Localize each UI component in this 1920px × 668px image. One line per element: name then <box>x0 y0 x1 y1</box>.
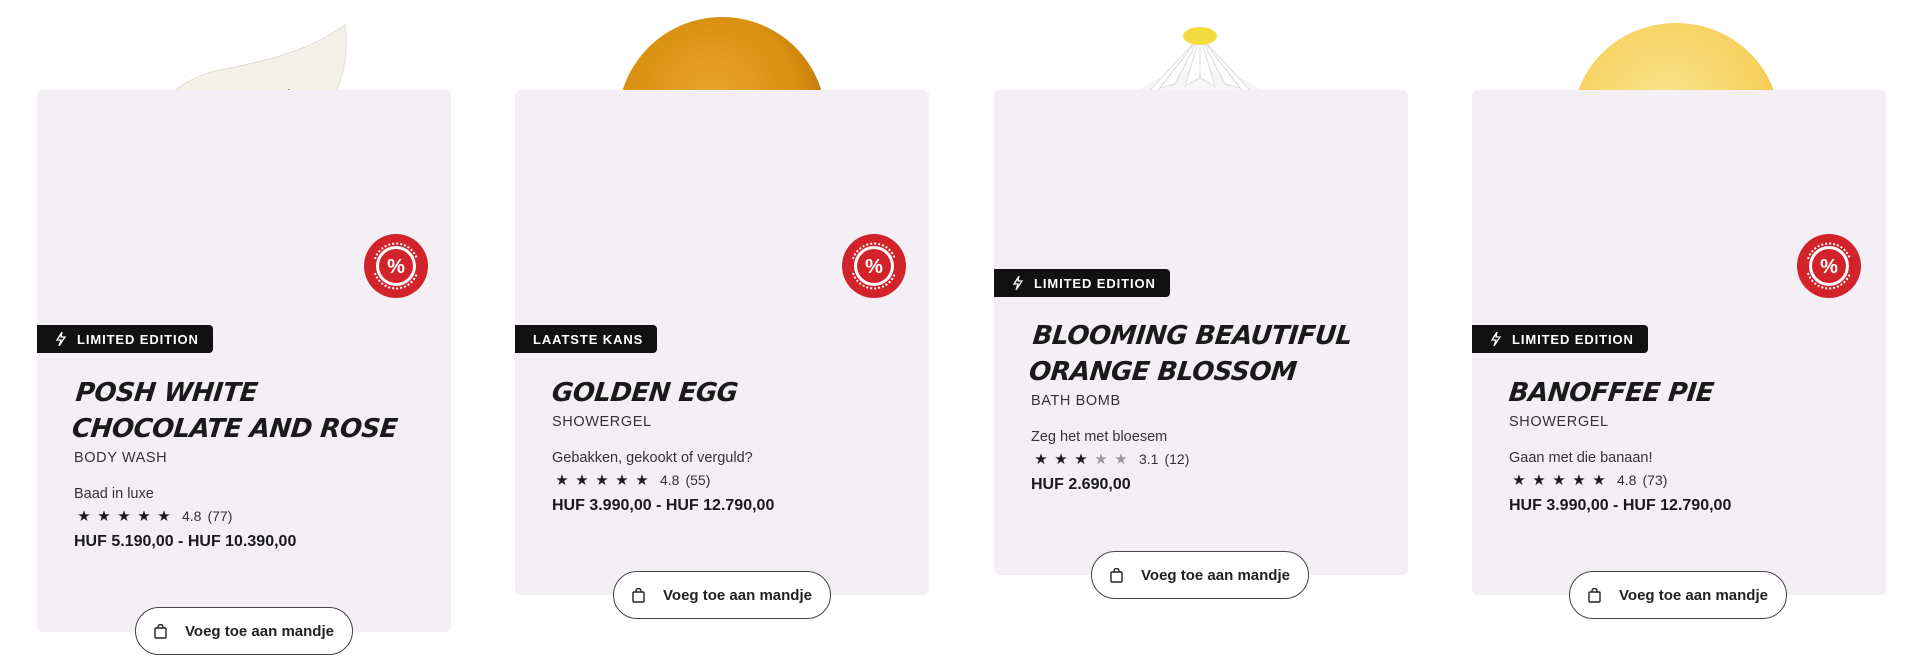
shopping-bag-icon <box>1110 567 1123 583</box>
add-to-basket-button[interactable]: Voeg toe aan mandje <box>613 571 831 619</box>
product-card[interactable]: LIMITED EDITION POSH WHITE CHOCOLATE AND… <box>37 90 451 632</box>
product-tagline: Baad in luxe <box>74 486 154 502</box>
tag-label: LIMITED EDITION <box>1034 275 1156 291</box>
product-price: HUF 3.990,00 - HUF 12.790,00 <box>552 497 775 514</box>
limited-edition-tag: LIMITED EDITION <box>1472 325 1648 353</box>
product-rating[interactable]: ★ ★ ★ ★ ★ 4.8 (55) <box>552 471 909 489</box>
product-title[interactable]: BLOOMING BEAUTIFUL ORANGE BLOSSOM <box>1027 318 1392 390</box>
shopping-bag-icon <box>632 587 645 603</box>
last-chance-tag: LAATSTE KANS <box>515 325 658 353</box>
product-title[interactable]: BANOFFEE PIE <box>1507 375 1868 411</box>
product-card[interactable]: LIMITED EDITION BLOOMING BEAUTIFUL ORANG… <box>994 90 1408 575</box>
rating-count: (55) <box>685 472 711 488</box>
product-category: SHOWERGEL <box>1509 414 1609 430</box>
svg-text:%: % <box>865 256 883 278</box>
product-card[interactable]: LAATSTE KANS GOLDEN EGG SHOWERGEL Gebakk… <box>515 90 929 595</box>
star-icon: ★ <box>1572 472 1586 489</box>
rating-score: 4.8 <box>1617 472 1637 488</box>
rating-stars: ★ ★ ★ ★ ★ <box>74 507 174 525</box>
svg-text:%: % <box>387 256 405 278</box>
sale-badge-icon: % <box>1797 234 1861 298</box>
add-to-basket-button[interactable]: Voeg toe aan mandje <box>1569 571 1787 619</box>
product-category: BATH BOMB <box>1031 393 1121 409</box>
product-card[interactable]: LIMITED EDITION BANOFFEE PIE SHOWERGEL G… <box>1472 90 1886 595</box>
star-icon: ★ <box>1592 472 1606 489</box>
tag-label: LAATSTE KANS <box>533 331 644 347</box>
rating-count: (77) <box>207 508 233 524</box>
lightning-icon <box>1012 276 1024 290</box>
limited-edition-tag: LIMITED EDITION <box>37 325 213 353</box>
star-icon: ★ <box>117 508 131 525</box>
sale-badge-icon: % <box>364 234 428 298</box>
add-button-label: Voeg toe aan mandje <box>1619 586 1768 604</box>
add-button-label: Voeg toe aan mandje <box>1141 566 1290 584</box>
add-button-label: Voeg toe aan mandje <box>663 586 812 604</box>
product-tagline: Gebakken, gekookt of verguld? <box>552 450 753 466</box>
product-title[interactable]: POSH WHITE CHOCOLATE AND ROSE <box>70 375 435 447</box>
star-icon: ★ <box>157 508 171 525</box>
shopping-bag-icon <box>154 623 167 639</box>
add-button-label: Voeg toe aan mandje <box>185 622 334 640</box>
star-icon: ★ <box>615 472 629 489</box>
star-icon: ★ <box>635 472 649 489</box>
product-price: HUF 3.990,00 - HUF 12.790,00 <box>1509 497 1732 514</box>
star-icon: ★ <box>1532 472 1546 489</box>
star-icon: ★ <box>555 472 569 489</box>
rating-stars: ★ ★ ★ ★ ★ <box>1509 471 1609 489</box>
star-icon: ★ <box>595 472 609 489</box>
lightning-icon <box>1490 332 1502 346</box>
star-icon: ★ <box>1054 451 1068 468</box>
add-to-basket-button[interactable]: Voeg toe aan mandje <box>135 607 353 655</box>
star-icon: ★ <box>1552 472 1566 489</box>
product-rating[interactable]: ★ ★ ★ ★ ★ 3.1 (12) <box>1031 450 1388 468</box>
rating-score: 3.1 <box>1139 451 1159 467</box>
limited-edition-tag: LIMITED EDITION <box>994 269 1170 297</box>
rating-count: (73) <box>1642 472 1668 488</box>
product-price: HUF 5.190,00 - HUF 10.390,00 <box>74 533 297 550</box>
star-icon: ★ <box>575 472 589 489</box>
product-rating[interactable]: ★ ★ ★ ★ ★ 4.8 (77) <box>74 507 431 525</box>
product-rating[interactable]: ★ ★ ★ ★ ★ 4.8 (73) <box>1509 471 1866 489</box>
rating-stars: ★ ★ ★ ★ ★ <box>552 471 652 489</box>
product-category: BODY WASH <box>74 450 168 466</box>
tag-label: LIMITED EDITION <box>1512 331 1634 347</box>
product-tagline: Zeg het met bloesem <box>1031 429 1168 445</box>
rating-stars: ★ ★ ★ ★ ★ <box>1031 450 1131 468</box>
star-empty-icon: ★ <box>1114 451 1128 468</box>
sale-badge-icon: % <box>842 234 906 298</box>
shopping-bag-icon <box>1588 587 1601 603</box>
add-to-basket-button[interactable]: Voeg toe aan mandje <box>1091 551 1309 599</box>
star-icon: ★ <box>97 508 111 525</box>
star-icon: ★ <box>77 508 91 525</box>
product-price: HUF 2.690,00 <box>1031 476 1131 493</box>
star-icon: ★ <box>1074 451 1088 468</box>
rating-count: (12) <box>1164 451 1190 467</box>
lightning-icon <box>55 332 67 346</box>
product-category: SHOWERGEL <box>552 414 652 430</box>
star-icon: ★ <box>137 508 151 525</box>
product-title[interactable]: GOLDEN EGG <box>550 375 911 411</box>
star-empty-icon: ★ <box>1094 451 1108 468</box>
product-tagline: Gaan met die banaan! <box>1509 450 1653 466</box>
star-icon: ★ <box>1034 451 1048 468</box>
tag-label: LIMITED EDITION <box>77 331 199 347</box>
rating-score: 4.8 <box>660 472 680 488</box>
rating-score: 4.8 <box>182 508 202 524</box>
svg-text:%: % <box>1820 256 1838 278</box>
star-icon: ★ <box>1512 472 1526 489</box>
